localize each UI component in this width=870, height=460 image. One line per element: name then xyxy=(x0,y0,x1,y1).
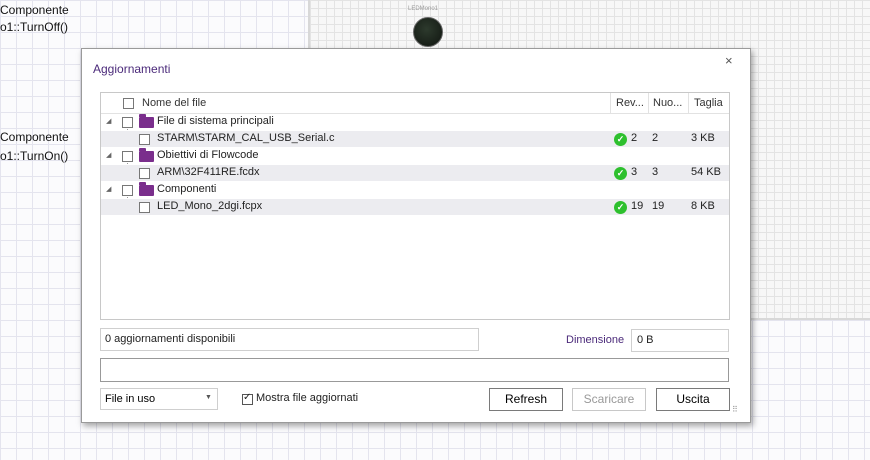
file-size: 3 KB xyxy=(691,132,715,144)
folder-icon xyxy=(139,182,154,196)
code-line: Componente xyxy=(0,3,69,17)
file-size: 54 KB xyxy=(691,166,721,178)
folder-icon xyxy=(139,114,154,128)
size-label: Dimensione xyxy=(566,334,625,346)
check-icon: ✓ xyxy=(614,133,627,146)
file-row[interactable]: ARM\32F411RE.fcdx ✓ 3 3 54 KB xyxy=(101,165,729,181)
column-header-name[interactable]: Nome del file xyxy=(142,97,206,109)
file-rev: 3 xyxy=(631,166,638,178)
expand-arrow-icon[interactable]: ◢ xyxy=(106,185,111,193)
file-checkbox[interactable] xyxy=(139,134,150,145)
tree-group-row[interactable]: ◢ File di sistema principali xyxy=(101,114,729,130)
file-rev: 19 xyxy=(631,200,644,212)
tree-group-row[interactable]: ◢ Obiettivi di Flowcode xyxy=(101,148,729,164)
progress-bar xyxy=(100,358,729,382)
close-icon[interactable]: × xyxy=(725,53,733,68)
file-checkbox[interactable] xyxy=(139,202,150,213)
refresh-button[interactable]: Refresh xyxy=(489,388,563,411)
status-field: 0 aggiornamenti disponibili xyxy=(100,328,479,351)
column-header-size[interactable]: Taglia xyxy=(694,97,723,109)
file-rev: 2 xyxy=(631,132,638,144)
group-checkbox[interactable] xyxy=(122,185,133,196)
file-row[interactable]: STARM\STARM_CAL_USB_Serial.c ✓ 2 2 3 KB xyxy=(101,131,729,147)
file-row[interactable]: LED_Mono_2dgi.fcpx ✓ 19 19 8 KB xyxy=(101,199,729,215)
dialog-title: Aggiornamenti xyxy=(93,62,171,76)
column-header-new[interactable]: Nuo... xyxy=(653,97,682,109)
show-updated-label[interactable]: Mostra file aggiornati xyxy=(256,392,358,404)
file-new-rev: 2 xyxy=(652,132,659,144)
expand-arrow-icon[interactable]: ◢ xyxy=(106,117,111,125)
code-line: o1::TurnOn() xyxy=(0,149,69,163)
file-filter-dropdown[interactable]: File in uso ▼ xyxy=(100,388,218,410)
check-icon: ✓ xyxy=(614,167,627,180)
code-line: Componente xyxy=(0,130,69,144)
file-name: STARM\STARM_CAL_USB_Serial.c xyxy=(157,132,335,144)
column-divider[interactable] xyxy=(648,93,649,113)
size-value: 0 B xyxy=(637,334,654,346)
file-new-rev: 19 xyxy=(652,200,665,212)
led-component[interactable] xyxy=(413,17,443,47)
tree-header: Nome del file Rev... Nuo... Taglia xyxy=(101,93,729,114)
group-checkbox[interactable] xyxy=(122,151,133,162)
files-tree: Nome del file Rev... Nuo... Taglia ◢ Fil… xyxy=(100,92,730,320)
expand-arrow-icon[interactable]: ◢ xyxy=(106,151,111,159)
select-all-checkbox[interactable] xyxy=(123,98,134,109)
folder-icon xyxy=(139,148,154,162)
code-line: o1::TurnOff() xyxy=(0,20,69,34)
column-header-rev[interactable]: Rev... xyxy=(616,97,644,109)
file-checkbox[interactable] xyxy=(139,168,150,179)
download-button[interactable]: Scaricare xyxy=(572,388,646,411)
file-name: ARM\32F411RE.fcdx xyxy=(157,166,260,178)
group-label: File di sistema principali xyxy=(157,115,274,127)
led-label: LEDMono1 xyxy=(408,6,439,12)
check-icon: ✓ xyxy=(614,201,627,214)
show-updated-checkbox[interactable]: ✓ xyxy=(242,392,253,405)
file-name: LED_Mono_2dgi.fcpx xyxy=(157,200,263,212)
group-checkbox[interactable] xyxy=(122,117,133,128)
exit-button[interactable]: Uscita xyxy=(656,388,730,411)
group-label: Obiettivi di Flowcode xyxy=(157,149,259,161)
chevron-down-icon[interactable]: ▼ xyxy=(205,394,212,401)
updates-dialog: Aggiornamenti × Nome del file Rev... Nuo… xyxy=(81,48,751,423)
size-field: 0 B xyxy=(631,329,729,352)
status-text: 0 aggiornamenti disponibili xyxy=(105,333,236,345)
resize-grip-icon[interactable]: ⠿ xyxy=(732,405,738,414)
column-divider[interactable] xyxy=(688,93,689,113)
column-divider[interactable] xyxy=(610,93,611,113)
checkmark-icon: ✓ xyxy=(243,392,252,403)
tree-group-row[interactable]: ◢ Componenti xyxy=(101,182,729,198)
dropdown-value: File in uso xyxy=(105,393,156,405)
file-new-rev: 3 xyxy=(652,166,659,178)
file-size: 8 KB xyxy=(691,200,715,212)
group-label: Componenti xyxy=(157,183,217,195)
